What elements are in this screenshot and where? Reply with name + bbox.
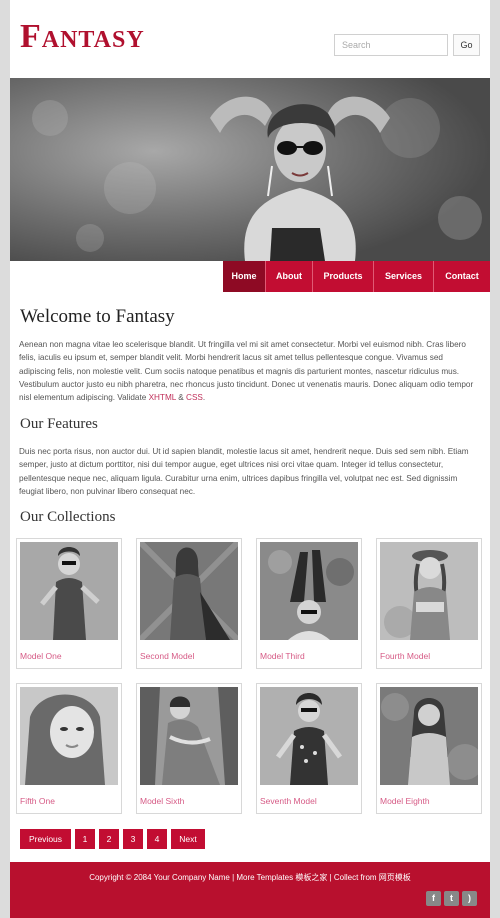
facebook-icon[interactable]: f <box>426 891 441 906</box>
model-photo-5[interactable] <box>20 687 118 785</box>
validate-period: . <box>202 393 206 403</box>
model-photo-2[interactable] <box>140 542 238 640</box>
features-paragraph: Duis nec porta risus, non auctor dui. Ut… <box>19 447 469 496</box>
nav-item-contact[interactable]: Contact <box>433 261 490 292</box>
model-photo-3[interactable] <box>260 542 358 640</box>
page: Fantasy Go <box>10 0 490 918</box>
pagination-previous-button[interactable]: Previous <box>20 829 71 849</box>
welcome-title: Welcome to Fantasy <box>20 306 175 327</box>
css-link[interactable]: CSS <box>186 393 203 402</box>
gallery-caption-5[interactable]: Fifth One <box>20 796 55 806</box>
pagination-page-4[interactable]: 4 <box>147 829 167 849</box>
validate-amp: & <box>178 393 184 403</box>
gallery-card-4[interactable]: Fourth Model <box>376 538 482 669</box>
nav-item-products[interactable]: Products <box>312 261 373 292</box>
site-logo[interactable]: Fantasy <box>20 20 145 54</box>
search-go-button[interactable]: Go <box>453 34 480 56</box>
main-nav: Home About Products Services Contact <box>223 261 490 292</box>
model-photo-4[interactable] <box>380 542 478 640</box>
gallery-card-3[interactable]: Model Third <box>256 538 362 669</box>
pagination-page-2[interactable]: 2 <box>99 829 119 849</box>
gallery-caption-3[interactable]: Model Third <box>260 651 305 661</box>
features-title: Our Features <box>20 416 98 432</box>
search-input[interactable] <box>334 34 448 56</box>
nav-item-home[interactable]: Home <box>223 261 265 292</box>
welcome-body-text: Aenean non magna vitae leo scelerisque b… <box>19 340 474 403</box>
gallery-card-1[interactable]: Model One <box>16 538 122 669</box>
rss-icon[interactable]: ) <box>462 891 477 906</box>
pagination: Previous 1 2 3 4 Next <box>20 829 205 849</box>
pagination-page-1[interactable]: 1 <box>75 829 95 849</box>
gallery-caption-7[interactable]: Seventh Model <box>260 796 317 806</box>
gallery-card-8[interactable]: Model Eighth <box>376 683 482 814</box>
gallery-card-6[interactable]: Model Sixth <box>136 683 242 814</box>
pagination-page-3[interactable]: 3 <box>123 829 143 849</box>
gallery-caption-2[interactable]: Second Model <box>140 651 194 661</box>
nav-item-about[interactable]: About <box>265 261 312 292</box>
welcome-paragraph: Aenean non magna vitae leo scelerisque b… <box>19 338 481 404</box>
footer: Copyright © 2084 Your Company Name | Mor… <box>10 862 490 918</box>
xhtml-link[interactable]: XHTML <box>149 393 176 402</box>
gallery-card-5[interactable]: Fifth One <box>16 683 122 814</box>
hero-banner-image <box>10 78 490 261</box>
gallery-caption-1[interactable]: Model One <box>20 651 62 661</box>
collections-title: Our Collections <box>20 509 116 525</box>
footer-copyright: Copyright © 2084 Your Company Name | Mor… <box>89 873 411 882</box>
gallery-caption-8[interactable]: Model Eighth <box>380 796 430 806</box>
model-photo-1[interactable] <box>20 542 118 640</box>
nav-item-services[interactable]: Services <box>373 261 433 292</box>
gallery-caption-6[interactable]: Model Sixth <box>140 796 184 806</box>
pagination-next-button[interactable]: Next <box>171 829 205 849</box>
gallery-caption-4[interactable]: Fourth Model <box>380 651 430 661</box>
gallery-card-7[interactable]: Seventh Model <box>256 683 362 814</box>
gallery-card-2[interactable]: Second Model <box>136 538 242 669</box>
model-photo-8[interactable] <box>380 687 478 785</box>
twitter-icon[interactable]: t <box>444 891 459 906</box>
model-photo-7[interactable] <box>260 687 358 785</box>
model-photo-6[interactable] <box>140 687 238 785</box>
